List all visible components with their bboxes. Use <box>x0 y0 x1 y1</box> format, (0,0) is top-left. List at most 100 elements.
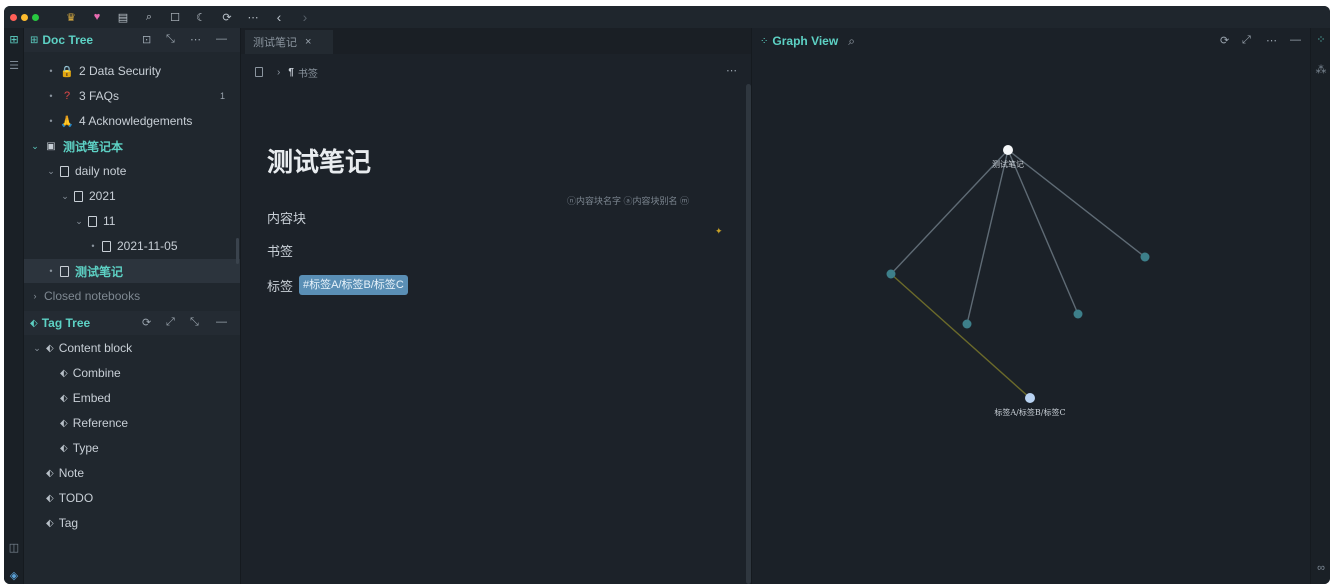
graph-header: ⁘ Graph View ⌕ ⟳ ⤢ ⋯ — <box>752 28 1310 54</box>
more-icon[interactable]: ⋯ <box>1266 34 1277 47</box>
tab-bar: 测试笔记 × <box>241 28 751 54</box>
document-icon <box>60 265 69 277</box>
graph-node-n3[interactable] <box>1073 309 1083 319</box>
tree-item-acknowledgements[interactable]: • 🙏 4 Acknowledgements <box>24 109 236 133</box>
graph-edge <box>890 273 1031 399</box>
graph-dock-icon[interactable]: ⁘ <box>1315 34 1327 46</box>
tree-item-label: 4 Acknowledgements <box>79 114 193 128</box>
forward-icon[interactable]: › <box>299 9 311 25</box>
search-icon[interactable]: ⌕ <box>143 11 155 24</box>
refresh-icon[interactable]: ⟳ <box>142 316 151 329</box>
count-badge: 1 <box>220 91 226 101</box>
crown-icon[interactable]: ♛ <box>65 11 77 24</box>
tree-item-2021[interactable]: ⌄ 2021 <box>24 184 236 208</box>
tree-item-daily-note[interactable]: ⌄ daily note <box>24 159 236 183</box>
doc-tree-header: ⊞ Doc Tree ⊡ ⤡ ⋯ — <box>24 28 240 52</box>
square-icon[interactable]: ☐ <box>169 11 181 24</box>
paragraph-block[interactable]: 书签 <box>267 241 293 260</box>
chevron-down-icon[interactable]: ⌄ <box>32 343 42 354</box>
tag-dock-icon[interactable]: ◈ <box>8 570 20 582</box>
search-icon[interactable]: ⌕ <box>848 34 855 49</box>
bullet-icon: • <box>91 241 95 251</box>
sync-icon[interactable]: ⟳ <box>221 11 233 24</box>
document-icon <box>88 215 97 227</box>
more-icon[interactable]: ⋯ <box>247 11 259 24</box>
editor-pane: 测试笔记 × › ¶ 书签 ⋯ 测试笔记 ⓝ内容块名字 ⓐ内容块别名 ⓜ ✦ 内… <box>240 28 751 584</box>
closed-notebooks[interactable]: › Closed notebooks <box>24 284 236 308</box>
tag-tree-header: ⬖ Tag Tree ⟳ ⤢ ⤡ — <box>24 311 240 335</box>
tag-item-embed[interactable]: ⬖ Embed <box>24 386 236 410</box>
back-icon[interactable]: ‹ <box>273 9 285 25</box>
more-icon[interactable]: ⋯ <box>726 64 737 77</box>
tag-icon: ⬖ <box>46 467 54 479</box>
calendar-icon[interactable]: ▤ <box>117 11 129 24</box>
expand-icon[interactable]: ⤢ <box>166 316 175 329</box>
tag-item-reference[interactable]: ⬖ Reference <box>24 411 236 435</box>
chevron-down-icon[interactable]: ⌄ <box>30 141 40 152</box>
graph-edge <box>1007 149 1146 258</box>
graph-node-n2[interactable] <box>962 319 972 329</box>
tag-item-todo[interactable]: ⬖ TODO <box>24 486 236 510</box>
tree-item-test-note[interactable]: • 测试笔记 <box>24 259 240 283</box>
sidebar-scrollbar[interactable] <box>236 238 239 264</box>
paragraph-block[interactable]: 内容块 <box>267 208 306 227</box>
chevron-down-icon[interactable]: ⌄ <box>60 191 70 202</box>
tag-item-combine[interactable]: ⬖ Combine <box>24 361 236 385</box>
app-window: ♛ ♥ ▤ ⌕ ☐ ☾ ⟳ ⋯ ‹ › ⊞ ☰ ◫ ◈ ⊞ Doc Tree ⊡… <box>4 6 1330 584</box>
tag-item-label: Embed <box>72 391 111 405</box>
maximize-window-button[interactable] <box>32 13 39 21</box>
tag-icon: ⬖ <box>60 367 68 379</box>
breadcrumb-item[interactable]: 书签 <box>298 65 318 80</box>
chevron-right-icon: › <box>277 66 281 78</box>
focus-icon[interactable]: ⊡ <box>142 33 151 46</box>
minimize-icon[interactable]: — <box>216 33 227 45</box>
minimize-icon[interactable]: — <box>216 316 227 328</box>
doc-tree-dock-icon[interactable]: ⊞ <box>8 34 20 46</box>
tree-item-test-notebook[interactable]: ⌄ ▣ 测试笔记本 <box>24 134 236 158</box>
tree-item-2021-11-05[interactable]: • 2021-11-05 <box>24 234 236 258</box>
chevron-right-icon[interactable]: › <box>30 291 40 301</box>
tag-chip[interactable]: #标签A/标签B/标签C <box>299 275 408 295</box>
moon-icon[interactable]: ☾ <box>195 11 207 24</box>
tree-item-label: 2021 <box>89 189 116 203</box>
bookmark-dock-icon[interactable]: ◫ <box>8 542 20 554</box>
tag-item-tag[interactable]: ⬖ Tag <box>24 511 236 535</box>
document-icon <box>102 240 111 252</box>
tree-item-11[interactable]: ⌄ 11 <box>24 209 236 233</box>
chevron-down-icon[interactable]: ⌄ <box>74 216 84 227</box>
minimize-icon[interactable]: — <box>1290 34 1301 46</box>
collapse-icon[interactable]: ⤡ <box>190 316 199 329</box>
tab-test-note[interactable]: 测试笔记 × <box>245 30 333 54</box>
close-tab-icon[interactable]: × <box>305 36 311 48</box>
backlink-icon[interactable]: ∞ <box>1315 562 1327 574</box>
graph-edge <box>890 149 1009 275</box>
graph-node-tagnode[interactable] <box>1025 393 1035 403</box>
collapse-icon[interactable]: ⤡ <box>166 33 175 46</box>
tag-item-content-block[interactable]: ⌄ ⬖ Content block <box>24 336 236 360</box>
graph-node-root[interactable] <box>1003 145 1013 155</box>
tag-item-label: Reference <box>72 416 129 430</box>
graph-canvas[interactable]: 测试笔记标签A/标签B/标签C <box>752 54 1311 584</box>
tag-item-label: Content block <box>58 341 133 355</box>
graph-node-n1[interactable] <box>886 269 896 279</box>
more-icon[interactable]: ⋯ <box>190 33 201 46</box>
paragraph-block[interactable]: 标签 <box>267 276 293 295</box>
refresh-icon[interactable]: ⟳ <box>1220 34 1229 47</box>
tag-item-type[interactable]: ⬖ Type <box>24 436 236 460</box>
graph-node-n4[interactable] <box>1140 252 1150 262</box>
heart-icon[interactable]: ♥ <box>91 11 103 23</box>
expand-icon[interactable]: ⤢ <box>1242 34 1251 47</box>
document-title[interactable]: 测试笔记 <box>267 142 371 179</box>
chevron-down-icon[interactable]: ⌄ <box>46 166 56 177</box>
close-window-button[interactable] <box>10 13 17 21</box>
outline-dock-icon[interactable]: ☰ <box>8 60 20 72</box>
tag-icon: ⬖ <box>46 342 54 354</box>
minimize-window-button[interactable] <box>21 13 28 21</box>
global-graph-icon[interactable]: ⁂ <box>1315 64 1327 76</box>
tree-item-data-security[interactable]: • 🔒 2 Data Security <box>24 59 236 83</box>
tree-item-faqs[interactable]: • ? 3 FAQs 1 <box>24 84 236 108</box>
tree-item-label: 2021-11-05 <box>117 239 178 253</box>
tag-item-note[interactable]: ⬖ Note <box>24 461 236 485</box>
document-icon[interactable] <box>255 67 263 77</box>
tree-item-label: 11 <box>103 214 116 228</box>
